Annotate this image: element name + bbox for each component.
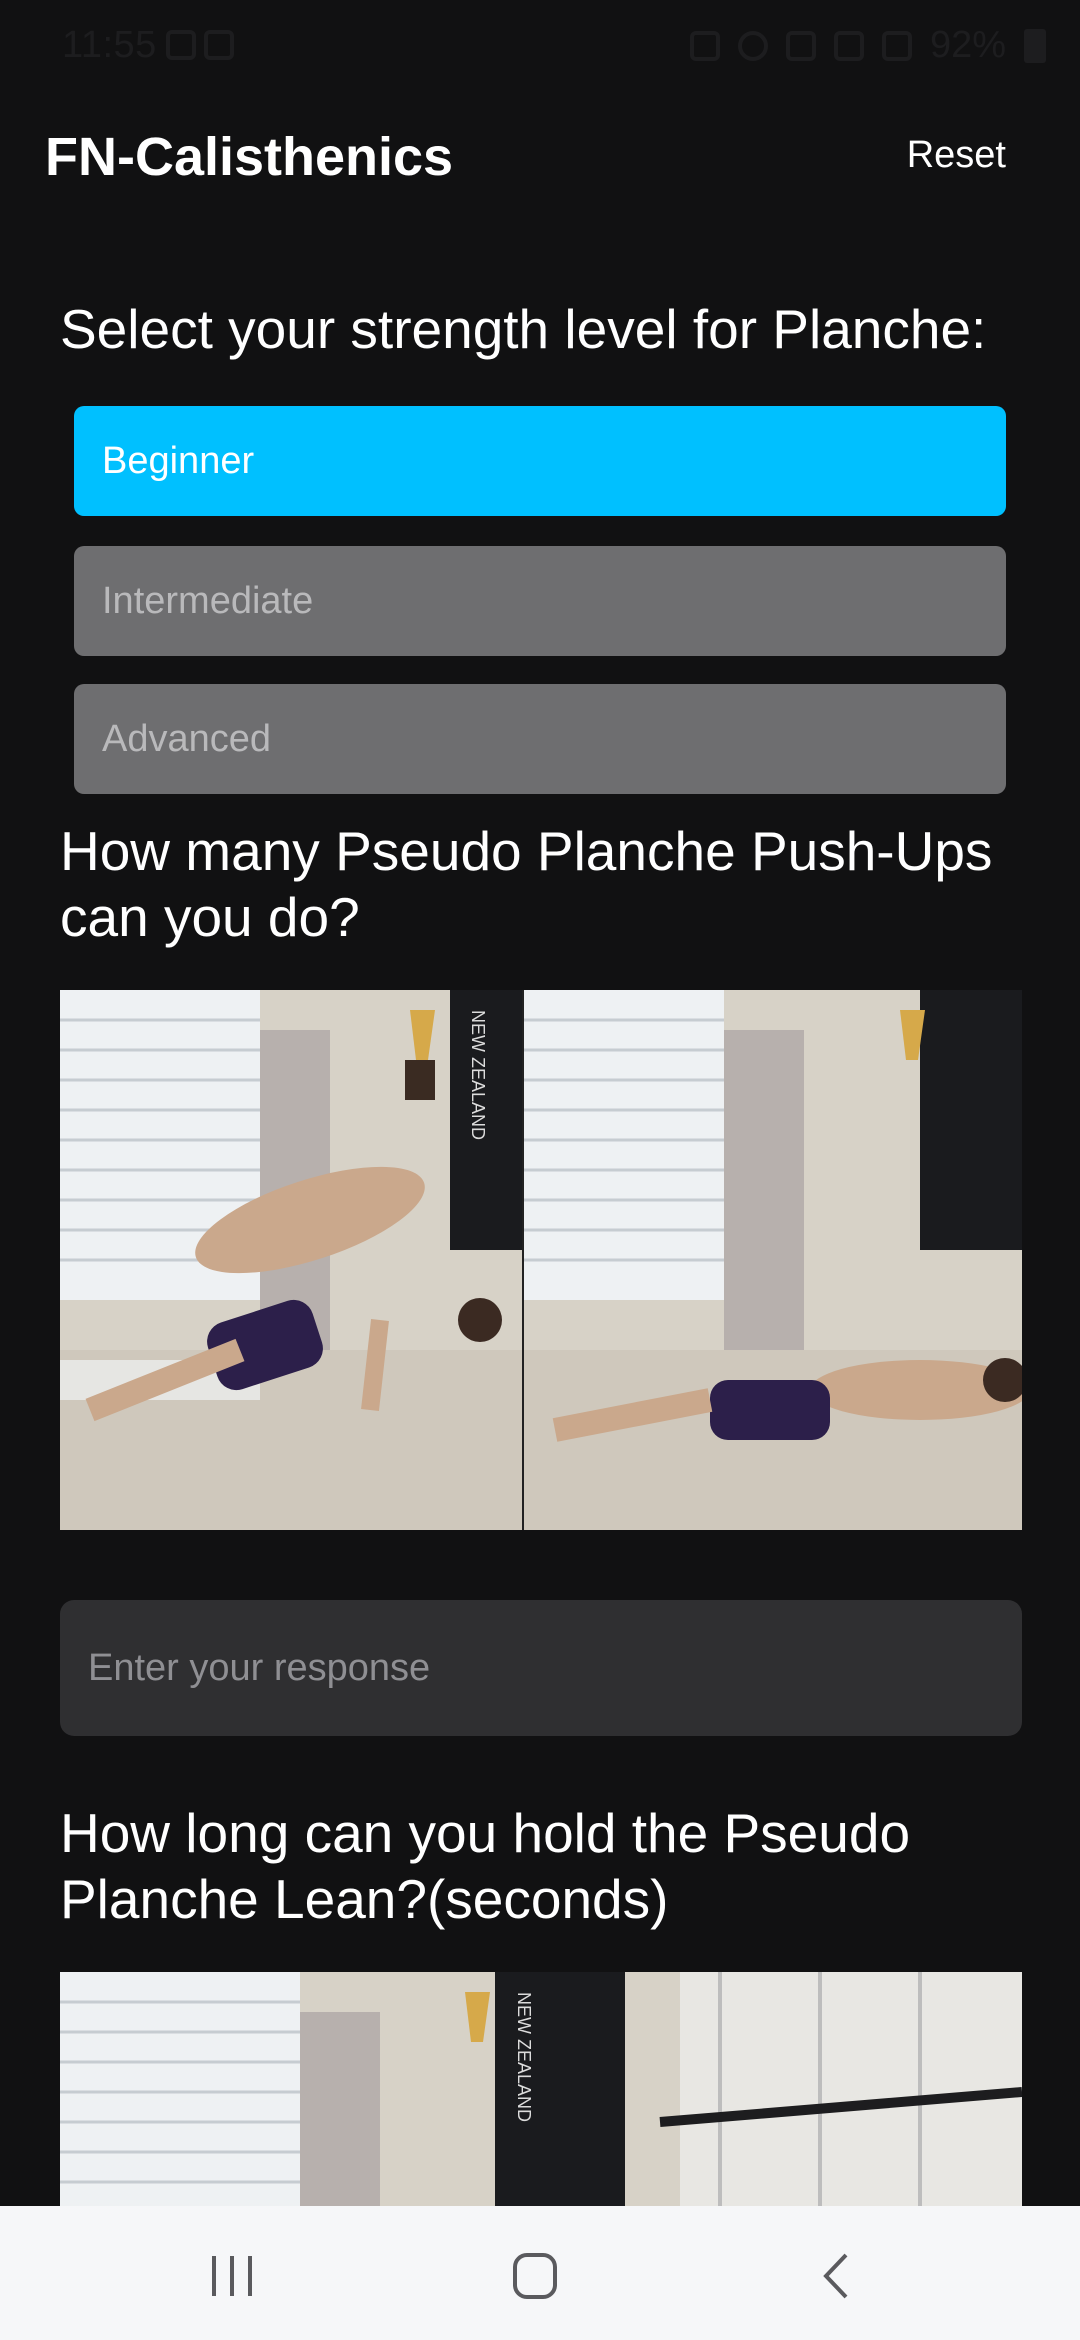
teams-icon bbox=[204, 30, 234, 60]
reset-button[interactable]: Reset bbox=[907, 134, 1006, 177]
option-advanced[interactable]: Advanced bbox=[74, 684, 1006, 794]
wifi-icon bbox=[785, 30, 816, 61]
lean-question: How long can you hold the Pseudo Planche… bbox=[60, 1802, 911, 1930]
hotspot-icon bbox=[737, 30, 768, 61]
flag-text: NEW ZEALAND bbox=[468, 1010, 488, 1140]
volte-icon bbox=[833, 30, 864, 61]
option-advanced-label: Advanced bbox=[102, 717, 272, 760]
status-right-icons: 92% bbox=[689, 24, 1046, 67]
back-icon[interactable] bbox=[798, 2246, 878, 2306]
option-intermediate[interactable]: Intermediate bbox=[74, 546, 1006, 656]
pushup-demo-image: NEW ZEALAND bbox=[60, 990, 1022, 1530]
recent-apps-icon[interactable] bbox=[192, 2246, 272, 2306]
flag-text-2: NEW ZEALAND bbox=[514, 1992, 534, 2122]
system-nav-bar bbox=[0, 2206, 1080, 2340]
pushups-response-input[interactable]: Enter your response bbox=[60, 1600, 1022, 1736]
option-beginner[interactable]: Beginner bbox=[74, 406, 1006, 516]
mail-icon bbox=[166, 30, 196, 60]
status-time: 11:55 bbox=[62, 24, 157, 66]
status-left-icons bbox=[166, 30, 234, 60]
option-intermediate-label: Intermediate bbox=[102, 579, 314, 622]
app-bar: FN-Calisthenics Reset bbox=[0, 96, 1080, 216]
lean-demo-image: NEW ZEALAND bbox=[60, 1972, 1022, 2206]
mute-icon bbox=[689, 30, 720, 61]
option-beginner-label: Beginner bbox=[102, 439, 255, 482]
strength-question: Select your strength level for Planche: bbox=[60, 298, 987, 360]
signal-icon bbox=[881, 30, 912, 61]
battery-percent: 92% bbox=[929, 24, 1006, 66]
app-title: FN-Calisthenics bbox=[45, 127, 454, 187]
home-icon[interactable] bbox=[495, 2246, 575, 2306]
battery-icon bbox=[1024, 28, 1046, 63]
pushups-question: How many Pseudo Planche Push-Ups can you… bbox=[60, 820, 993, 948]
status-bar: 11:55 92% bbox=[0, 0, 1080, 96]
pushups-response-placeholder: Enter your response bbox=[88, 1646, 431, 1689]
